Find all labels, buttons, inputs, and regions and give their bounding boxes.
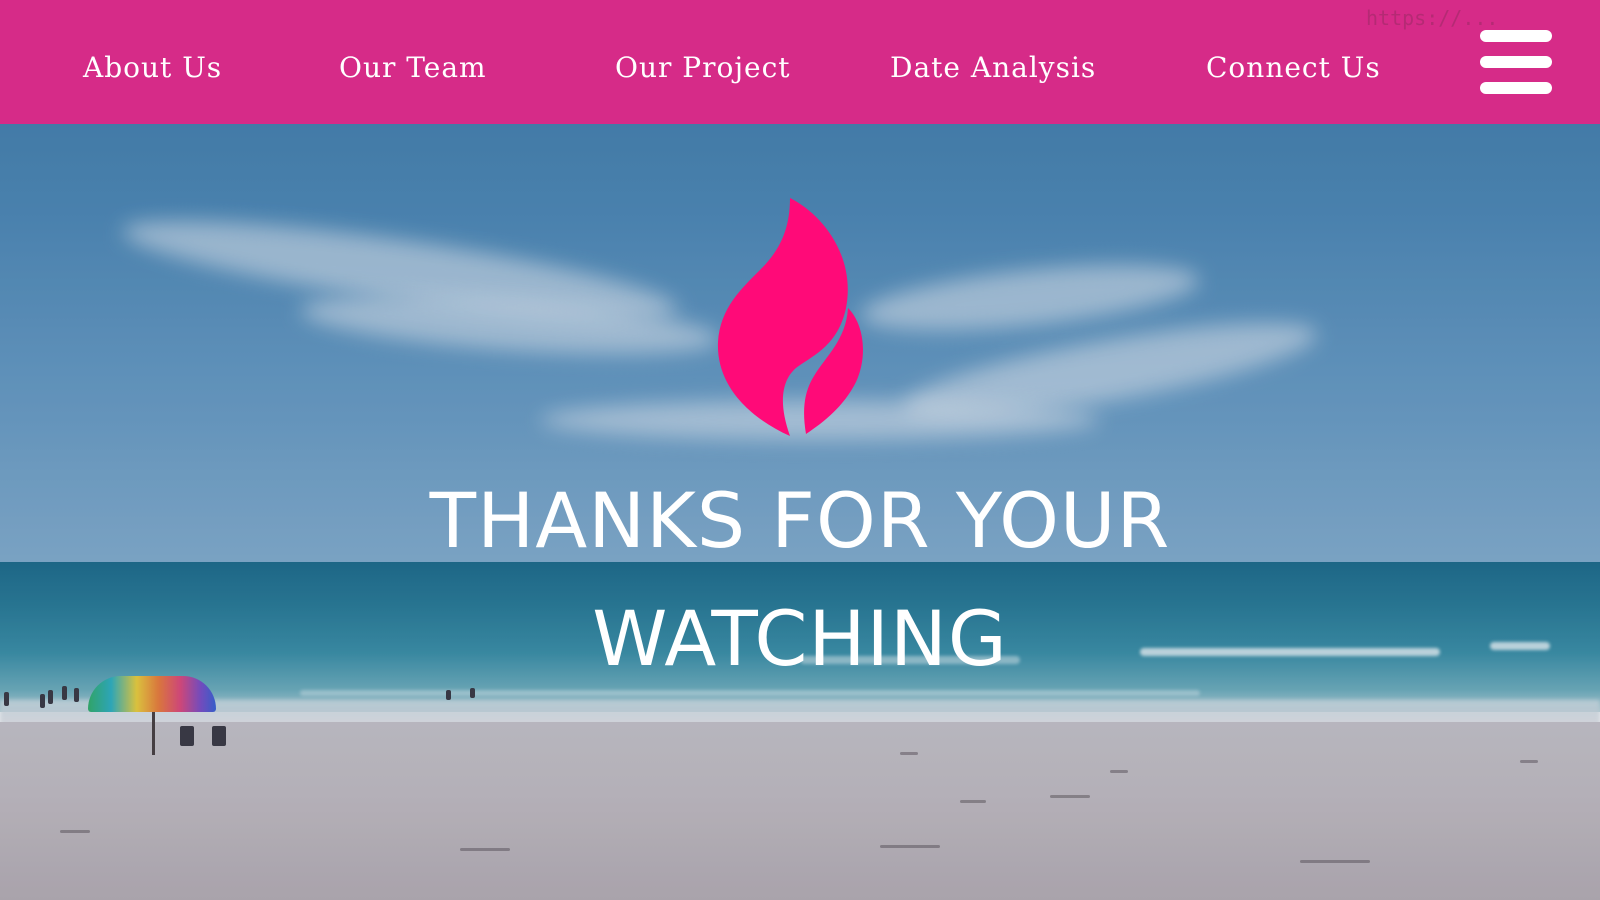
menu-bar — [1480, 56, 1552, 68]
flame-logo-icon — [717, 198, 863, 436]
thank-you-headline: THANKS FOR YOUR WATCHING — [0, 462, 1600, 698]
slide: https://... About Us Our Team Our Projec… — [0, 0, 1600, 900]
top-nav-bar: https://... About Us Our Team Our Projec… — [0, 0, 1600, 124]
nav-item-connect-us[interactable]: Connect Us — [1206, 46, 1381, 90]
menu-bar — [1480, 82, 1552, 94]
watermark-text: https://... — [1366, 6, 1499, 30]
image-tint — [0, 0, 1600, 900]
headline-line-2: WATCHING — [592, 594, 1008, 683]
menu-bar — [1480, 30, 1552, 42]
nav-item-our-project[interactable]: Our Project — [615, 46, 791, 90]
nav-item-date-analysis[interactable]: Date Analysis — [890, 46, 1096, 90]
nav-item-about-us[interactable]: About Us — [83, 46, 222, 90]
nav-item-our-team[interactable]: Our Team — [339, 46, 487, 90]
headline-line-1: THANKS FOR YOUR — [429, 476, 1171, 565]
beach-background-image — [0, 0, 1600, 900]
hamburger-menu-icon[interactable] — [1480, 30, 1552, 94]
